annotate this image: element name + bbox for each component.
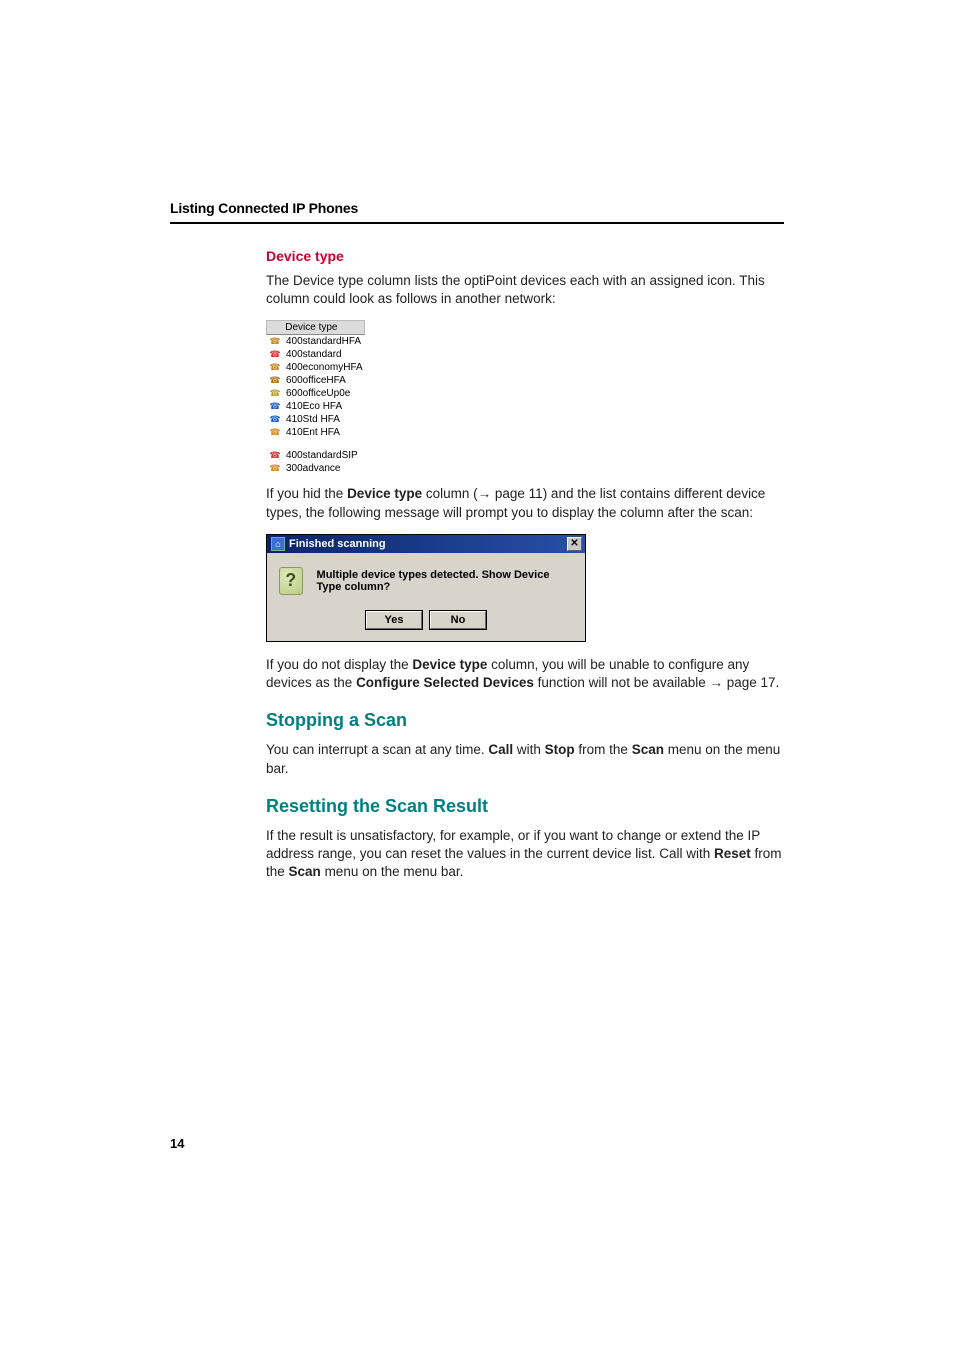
- phone-icon: ☎: [268, 375, 282, 387]
- heading-device-type: Device type: [266, 248, 784, 264]
- header-rule: [170, 222, 784, 224]
- phone-icon: ☎: [268, 450, 282, 462]
- device-row: ☎ 410Ent HFA: [266, 426, 365, 439]
- finished-scanning-dialog: ⌂ Finished scanning ✕ ? Multiple device …: [266, 534, 586, 642]
- device-rows-group-a: ☎ 400standardHFA ☎ 400standard ☎ 400econ…: [266, 335, 365, 439]
- phone-icon: ☎: [268, 427, 282, 439]
- device-rows-gap: [266, 439, 365, 449]
- device-row: ☎ 400economyHFA: [266, 361, 365, 374]
- device-label: 400economyHFA: [286, 361, 363, 374]
- device-row: ☎ 400standardSIP: [266, 449, 365, 462]
- arrow-icon: →: [478, 486, 492, 501]
- device-type-intro: The Device type column lists the optiPoi…: [266, 272, 784, 308]
- device-label: 400standard: [286, 348, 342, 361]
- phone-icon: ☎: [268, 388, 282, 400]
- device-label: 600officeHFA: [286, 374, 346, 387]
- dialog-body: ? Multiple device types detected. Show D…: [267, 553, 585, 641]
- heading-stopping-scan: Stopping a Scan: [266, 710, 784, 731]
- device-row: ☎ 300advance: [266, 462, 365, 475]
- device-row: ☎ 600officeUp0e: [266, 387, 365, 400]
- device-label: 400standardHFA: [286, 335, 361, 348]
- stopping-scan-text: You can interrupt a scan at any time. Ca…: [266, 741, 784, 777]
- device-row: ☎ 400standard: [266, 348, 365, 361]
- device-type-after-dialog: If you do not display the Device type co…: [266, 656, 784, 692]
- device-label: 400standardSIP: [286, 449, 358, 462]
- heading-resetting-scan: Resetting the Scan Result: [266, 796, 784, 817]
- device-row: ☎ 600officeHFA: [266, 374, 365, 387]
- device-label: 410Ent HFA: [286, 426, 340, 439]
- dialog-title-icon: ⌂: [271, 537, 285, 551]
- close-icon[interactable]: ✕: [567, 537, 582, 551]
- resetting-scan-text: If the result is unsatisfactory, for exa…: [266, 827, 784, 882]
- device-row: ☎ 400standardHFA: [266, 335, 365, 348]
- device-type-after-column: If you hid the Device type column (→ pag…: [266, 485, 784, 521]
- device-row: ☎ 410Eco HFA: [266, 400, 365, 413]
- device-label: 410Std HFA: [286, 413, 340, 426]
- device-type-column-example: Device type ☎ 400standardHFA ☎ 400standa…: [266, 320, 365, 475]
- dialog-title-text: Finished scanning: [289, 538, 386, 550]
- dialog-titlebar: ⌂ Finished scanning ✕: [267, 535, 585, 553]
- phone-icon: ☎: [268, 401, 282, 413]
- phone-icon: ☎: [268, 336, 282, 348]
- page-number: 14: [170, 1136, 184, 1151]
- page-header-title: Listing Connected IP Phones: [170, 200, 784, 216]
- phone-icon: ☎: [268, 414, 282, 426]
- no-button[interactable]: No: [430, 611, 486, 629]
- device-label: 300advance: [286, 462, 341, 475]
- device-row: ☎ 410Std HFA: [266, 413, 365, 426]
- dialog-message: Multiple device types detected. Show Dev…: [317, 569, 573, 593]
- yes-button[interactable]: Yes: [366, 611, 422, 629]
- arrow-icon: →: [710, 675, 724, 690]
- content-column: Device type The Device type column lists…: [266, 248, 784, 881]
- device-label: 600officeUp0e: [286, 387, 350, 400]
- device-label: 410Eco HFA: [286, 400, 342, 413]
- phone-icon: ☎: [268, 463, 282, 475]
- device-column-header: Device type: [266, 320, 365, 335]
- phone-icon: ☎: [268, 349, 282, 361]
- question-icon: ?: [279, 567, 303, 595]
- device-rows-group-b: ☎ 400standardSIP ☎ 300advance: [266, 449, 365, 475]
- phone-icon: ☎: [268, 362, 282, 374]
